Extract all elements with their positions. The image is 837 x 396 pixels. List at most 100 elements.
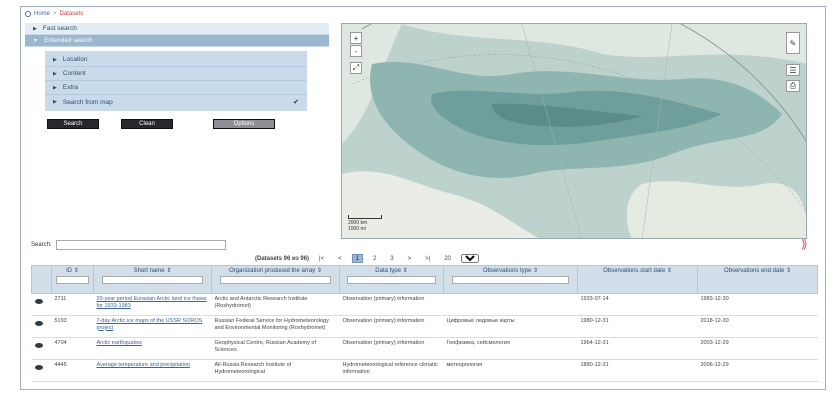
zoom-in-button[interactable]: + — [350, 32, 362, 44]
col-org-header[interactable]: Organization produced the array ⇕ — [211, 265, 340, 294]
breadcrumb-separator: > — [53, 11, 57, 17]
cell-dtype: Hydrometeorological reference climatic i… — [339, 359, 444, 382]
chevron-down-icon: ▼ — [33, 37, 38, 44]
cell-otype: метеорология — [443, 359, 578, 382]
subsection-search-from-map-label: Search from map — [62, 98, 113, 106]
subsection-extra-label: Extra — [62, 84, 79, 91]
subsection-location[interactable]: ▶ Location — [45, 53, 307, 67]
page-button-3[interactable]: 3 — [386, 254, 397, 263]
cell-end: 1983-12-30 — [697, 293, 818, 316]
cell-org: Geophysical Centre, Russian Academy of S… — [211, 337, 340, 360]
page-button-2[interactable]: 2 — [369, 254, 380, 263]
cell-end: 2018-12-30 — [697, 315, 818, 338]
map-view[interactable]: + - ⤢ ✎ ☰ ⎙ 2000 km 1000 mi — [341, 23, 807, 239]
chevron-right-icon: ▶ — [53, 84, 57, 91]
table-search-input[interactable] — [55, 240, 226, 250]
cell-id: 2711 — [51, 293, 94, 316]
extended-search-options: ▶ Location ▶ Content ▶ Extra ▶ Search fr… — [45, 51, 307, 111]
filter-name-input[interactable] — [101, 276, 204, 284]
subsection-content-label: Content — [62, 70, 86, 77]
cell-id: 4704 — [51, 337, 94, 360]
cell-otype: Цифровые ледовые карты — [443, 315, 578, 338]
table-row: 2711 20-year period Eurasian Arctic land… — [31, 293, 818, 316]
table-row: 4445 Average temperature and precipitati… — [31, 359, 818, 382]
app-frame: Home > Datasets ▶ Fast search ▼ Extended… — [20, 6, 826, 390]
clean-button[interactable]: Clean — [121, 119, 173, 129]
cell-dtype: Observation (primary) information — [339, 315, 444, 338]
cell-org: Arctic and Antarctic Research Institute … — [211, 293, 340, 316]
col-otype-header[interactable]: Observations type ⇕ — [443, 265, 578, 294]
cell-org: Russian Federal Service for Hydrometeoro… — [211, 315, 340, 338]
col-dtype-header[interactable]: Data type ⇕ — [339, 265, 444, 294]
col-end-header[interactable]: Observations end date ⇕ — [697, 265, 818, 294]
cell-id: 4445 — [51, 359, 94, 382]
search-panel: ▶ Fast search ▼ Extended search ▶ Locati… — [25, 23, 329, 129]
cell-name-link[interactable]: Average temperature and precipitation — [93, 359, 212, 382]
subsection-content[interactable]: ▶ Content — [45, 67, 307, 81]
page-size-value: 20 — [444, 255, 451, 262]
search-button[interactable]: Search — [47, 119, 99, 129]
breadcrumb-home[interactable]: Home — [34, 11, 50, 17]
col-name-header[interactable]: Short name ⇕ — [93, 265, 212, 294]
view-eye-icon[interactable] — [34, 343, 43, 348]
accordion-extended-search-label: Extended search — [43, 37, 93, 44]
table-header-row: ID ⇕ Short name ⇕ Organization produced … — [31, 265, 818, 294]
print-icon[interactable]: ⎙ — [786, 80, 800, 92]
subsection-search-from-map[interactable]: ▶ Search from map ✔ — [45, 95, 307, 109]
last-page-button[interactable]: >| — [421, 254, 434, 263]
filter-id-input[interactable] — [55, 276, 90, 284]
table-row: 4704 Arctic earthquakes Geophysical Cent… — [31, 337, 818, 360]
cell-start: 1880-12-31 — [577, 359, 698, 382]
next-page-button[interactable]: > — [404, 254, 416, 263]
view-eye-icon[interactable] — [34, 365, 43, 370]
cell-name-link[interactable]: Arctic earthquakes — [93, 337, 212, 360]
breadcrumb: Home > Datasets — [25, 11, 83, 17]
cell-start: 1980-12-31 — [577, 315, 698, 338]
table-search: Search: — [31, 240, 226, 250]
cell-otype: Геофизика, сейсмология — [443, 337, 578, 360]
view-eye-icon[interactable] — [34, 299, 43, 304]
checkmark-icon: ✔ — [293, 99, 299, 106]
zoom-out-button[interactable]: - — [350, 45, 362, 57]
map-canvas — [342, 24, 806, 238]
map-tool-button[interactable]: ✎ — [786, 32, 800, 54]
search-label: Search: — [31, 242, 52, 248]
cell-otype — [443, 293, 578, 316]
cell-end: 2006-12-29 — [697, 359, 818, 382]
accordion-fast-search-label: Fast search — [42, 25, 77, 32]
map-scale: 2000 km 1000 mi — [348, 215, 382, 232]
layers-button[interactable]: ☰ — [786, 64, 800, 76]
cell-start: 1933-07-14 — [577, 293, 698, 316]
cell-name-link[interactable]: 7-day Arctic ice maps of the USSR SOROS … — [93, 315, 212, 338]
pagination: (Datasets 96 из 96) |< < 1 2 3 > >| 20 — [255, 254, 479, 263]
cell-dtype: Observation (primary) information — [339, 337, 444, 360]
home-icon[interactable] — [25, 11, 31, 17]
cell-id: 5193 — [51, 315, 94, 338]
col-start-header[interactable]: Observations start date ⇕ — [577, 265, 698, 294]
chevron-right-icon: ▶ — [53, 70, 57, 77]
pagination-info: (Datasets 96 из 96) — [255, 255, 310, 262]
first-page-button[interactable]: |< — [315, 254, 328, 263]
col-action-header — [31, 265, 52, 294]
view-eye-icon[interactable] — [34, 321, 43, 326]
prev-page-button[interactable]: < — [334, 254, 346, 263]
filter-org-input[interactable] — [220, 276, 331, 284]
fullscreen-icon[interactable]: ⤢ — [350, 62, 362, 74]
col-id-header[interactable]: ID ⇕ — [51, 265, 94, 294]
accordion-fast-search[interactable]: ▶ Fast search — [25, 23, 329, 35]
cell-name-link[interactable]: 20-year period Eurasian Arctic land ice … — [93, 293, 212, 316]
chevron-right-icon: ▶ — [53, 56, 57, 63]
page-button-1[interactable]: 1 — [351, 254, 363, 263]
filter-dtype-input[interactable] — [346, 276, 437, 284]
accordion-extended-search[interactable]: ▼ Extended search — [25, 35, 329, 47]
subsection-extra[interactable]: ▶ Extra — [45, 81, 307, 95]
chevron-right-icon: ▶ — [53, 99, 57, 105]
breadcrumb-current: Datasets — [59, 11, 84, 17]
export-pdf-icon[interactable]: ⟫ — [801, 237, 815, 251]
table-row: 5193 7-day Arctic ice maps of the USSR S… — [31, 315, 818, 338]
cell-start: 1964-12-31 — [577, 337, 698, 360]
filter-otype-input[interactable] — [452, 276, 569, 284]
page-size-select[interactable] — [460, 254, 479, 263]
cell-org: All-Russia Research Institute of Hydrome… — [211, 359, 340, 382]
options-button[interactable]: Options — [213, 119, 275, 129]
